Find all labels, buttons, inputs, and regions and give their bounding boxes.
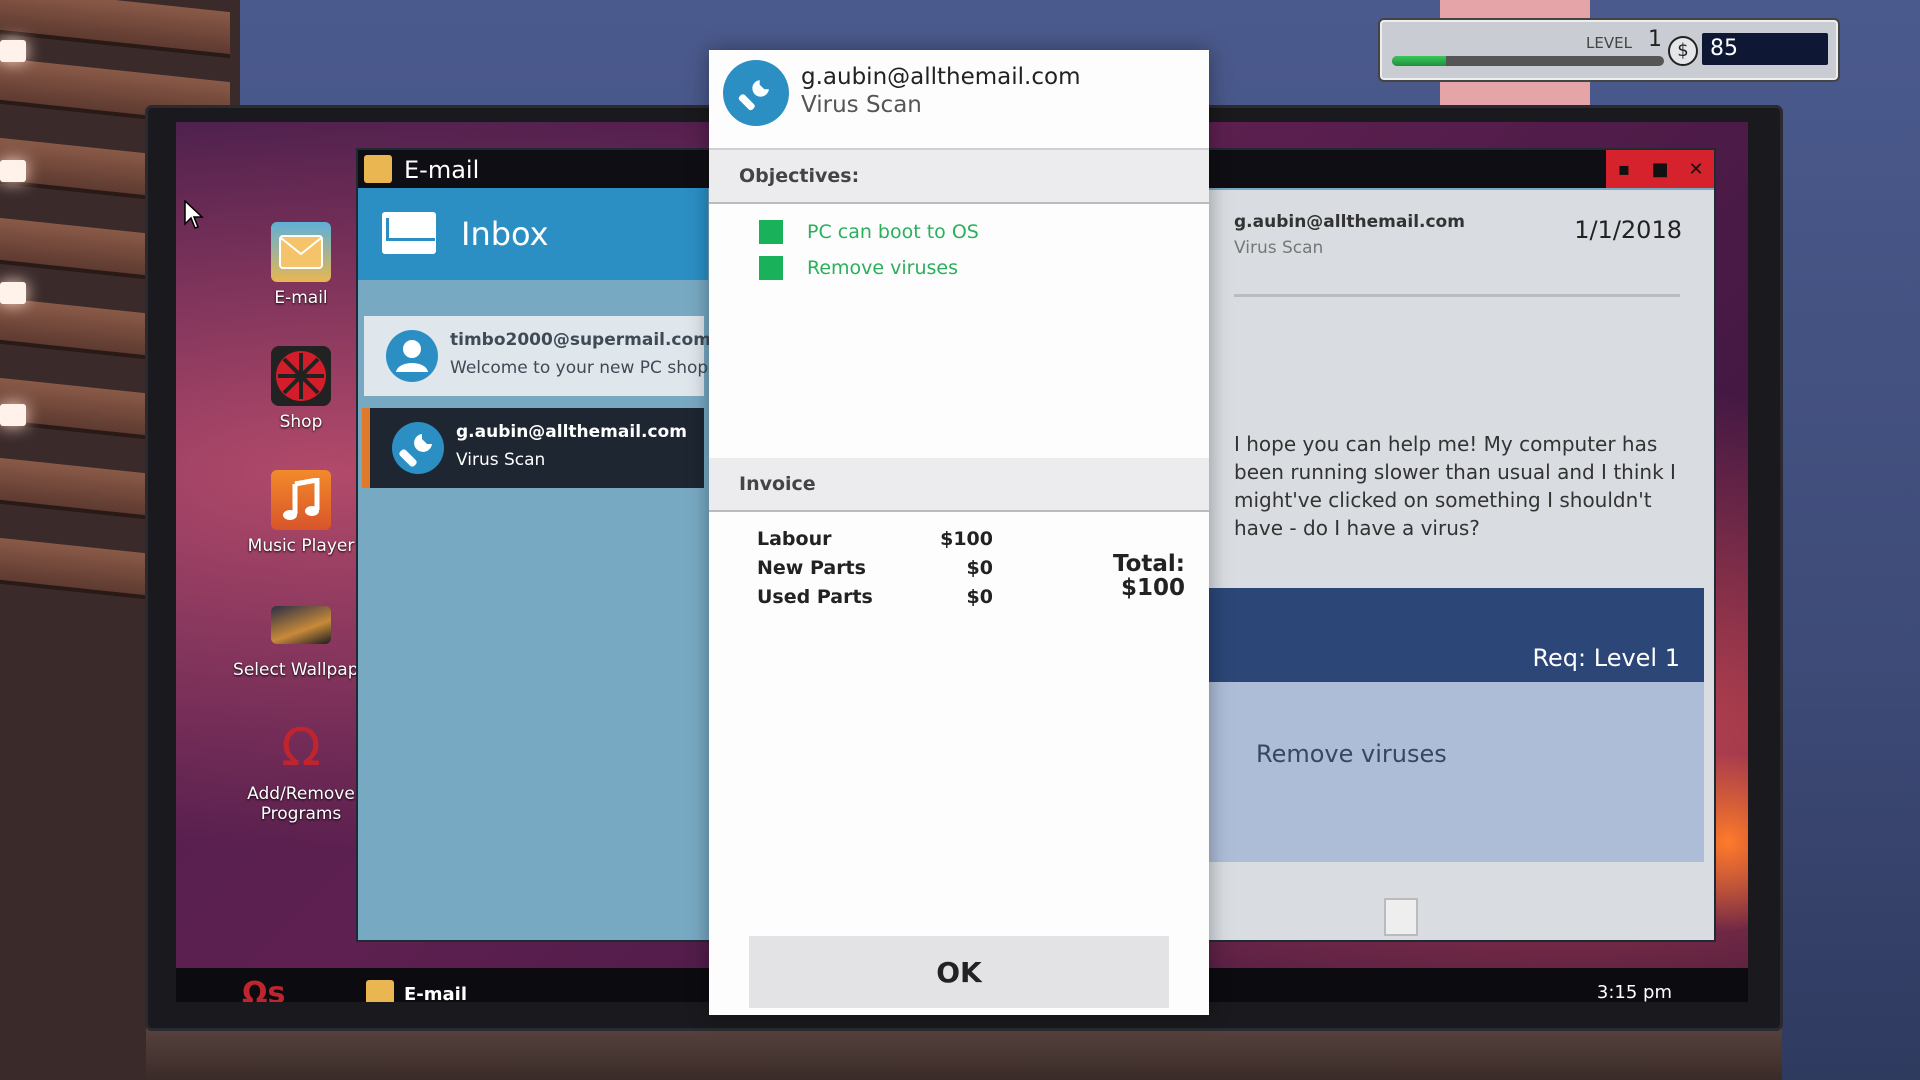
- inbox-header: Inbox: [358, 188, 708, 280]
- total-label: Total:: [1112, 551, 1185, 577]
- check-square-icon: [759, 220, 783, 244]
- list-item[interactable]: g.aubin@allthemail.com Virus Scan: [362, 408, 704, 488]
- mail-subject: Virus Scan: [456, 450, 546, 470]
- invoice-header: Invoice: [709, 458, 1209, 512]
- reading-pane: g.aubin@allthemail.com Virus Scan 1/1/20…: [1206, 190, 1714, 940]
- mail-from: timbo2000@supermail.com: [450, 330, 711, 350]
- objective-item: Remove viruses: [759, 253, 958, 283]
- taskbar-email[interactable]: E-mail: [366, 978, 467, 1002]
- music-note-icon: [271, 470, 331, 530]
- xp-bar: [1392, 56, 1664, 66]
- invoice-value: $100: [940, 528, 993, 550]
- total-value: $100: [1120, 575, 1185, 601]
- clock: 3:15 pm: [1596, 982, 1672, 1002]
- window-controls: ▪ ■ ✕: [1606, 150, 1714, 188]
- desk: [146, 1022, 1782, 1080]
- email-app-icon: [271, 222, 331, 282]
- desktop-icon-add-remove-programs[interactable]: Ω Add/Remove Programs: [226, 718, 376, 824]
- invoice-label: Used Parts: [757, 586, 873, 608]
- mail-from: g.aubin@allthemail.com: [456, 422, 687, 442]
- xp-bar-fill: [1392, 56, 1447, 66]
- level-value: 1: [1648, 27, 1662, 52]
- objective-text: Remove viruses: [1256, 740, 1447, 768]
- level-requirement: Req: Level 1: [1532, 644, 1680, 672]
- invoice-label: New Parts: [757, 557, 866, 579]
- inbox-title: Inbox: [461, 215, 549, 253]
- check-square-icon: [759, 256, 783, 280]
- discard-button[interactable]: [1384, 898, 1418, 936]
- objective-text: PC can boot to OS: [807, 221, 979, 243]
- invoice-title: Invoice: [739, 473, 816, 495]
- job-details-modal: g.aubin@allthemail.com Virus Scan Object…: [709, 50, 1209, 1015]
- objective-item: PC can boot to OS: [759, 217, 979, 247]
- objective-text: Remove viruses: [807, 257, 959, 279]
- invoice-row: New Parts $0: [757, 557, 993, 585]
- desktop-icon-label: Shop: [279, 412, 323, 432]
- list-item[interactable]: timbo2000@supermail.com Welcome to your …: [364, 316, 711, 396]
- objectives-header: Objectives:: [709, 150, 1209, 204]
- invoice-label: Labour: [757, 528, 832, 550]
- invoice-value: $0: [966, 557, 993, 579]
- divider: [1234, 294, 1680, 297]
- minimize-button[interactable]: ▪: [1610, 159, 1638, 180]
- job-objectives: Remove viruses: [1206, 682, 1704, 862]
- desktop-icon-label: E-mail: [274, 288, 328, 308]
- desktop-icon-shop[interactable]: Shop: [226, 346, 376, 432]
- omega-icon: Ω: [281, 718, 321, 778]
- desktop-icon-music-player[interactable]: Music Player: [226, 470, 376, 556]
- wallpaper-icon: [271, 606, 331, 644]
- player-hud: LEVEL 1 $ 85: [1378, 18, 1840, 82]
- close-button[interactable]: ✕: [1682, 159, 1710, 180]
- reading-from: g.aubin@allthemail.com: [1234, 212, 1465, 232]
- objectives-title: Objectives:: [739, 165, 860, 187]
- reading-subject: Virus Scan: [1234, 238, 1324, 258]
- modal-header: g.aubin@allthemail.com Virus Scan: [709, 50, 1209, 150]
- ok-button[interactable]: OK: [749, 936, 1169, 1008]
- email-app-icon: [366, 980, 394, 1002]
- wrench-icon: [723, 60, 789, 126]
- currency-icon: $: [1668, 36, 1698, 66]
- desktop-icon-label: Add/Remove Programs: [247, 784, 355, 824]
- email-app-icon: [364, 155, 392, 183]
- window-title: E-mail: [404, 156, 480, 184]
- desktop-icon-select-wallpaper[interactable]: Select Wallpape: [226, 594, 376, 680]
- invoice-row: Used Parts $0: [757, 586, 993, 614]
- mouse-cursor-icon: [184, 200, 204, 229]
- invoice-row: Labour $100: [757, 528, 993, 556]
- reading-date: 1/1/2018: [1574, 216, 1682, 244]
- desktop-icon-label: Select Wallpape: [233, 660, 369, 680]
- user-avatar-icon: [386, 330, 438, 382]
- taskbar-label: E-mail: [404, 983, 468, 1003]
- maximize-button[interactable]: ■: [1646, 159, 1674, 180]
- money-value: 85: [1702, 33, 1828, 65]
- invoice-total: Total: $100: [1113, 552, 1185, 600]
- desktop-icon-email[interactable]: E-mail: [226, 222, 376, 308]
- invoice-value: $0: [966, 586, 993, 608]
- wrench-icon: [392, 422, 444, 474]
- start-button[interactable]: Ωs: [242, 976, 285, 1002]
- job-card: Req: Level 1: [1206, 588, 1704, 682]
- modal-subject: Virus Scan: [801, 92, 922, 118]
- level-label: LEVEL: [1586, 34, 1632, 52]
- envelope-icon: [382, 212, 436, 254]
- mail-subject: Welcome to your new PC shop: [450, 358, 709, 378]
- fan-icon: [271, 346, 331, 406]
- modal-from: g.aubin@allthemail.com: [801, 64, 1081, 90]
- reading-body: I hope you can help me! My computer has …: [1234, 432, 1676, 540]
- desktop-icon-label: Music Player: [247, 536, 355, 556]
